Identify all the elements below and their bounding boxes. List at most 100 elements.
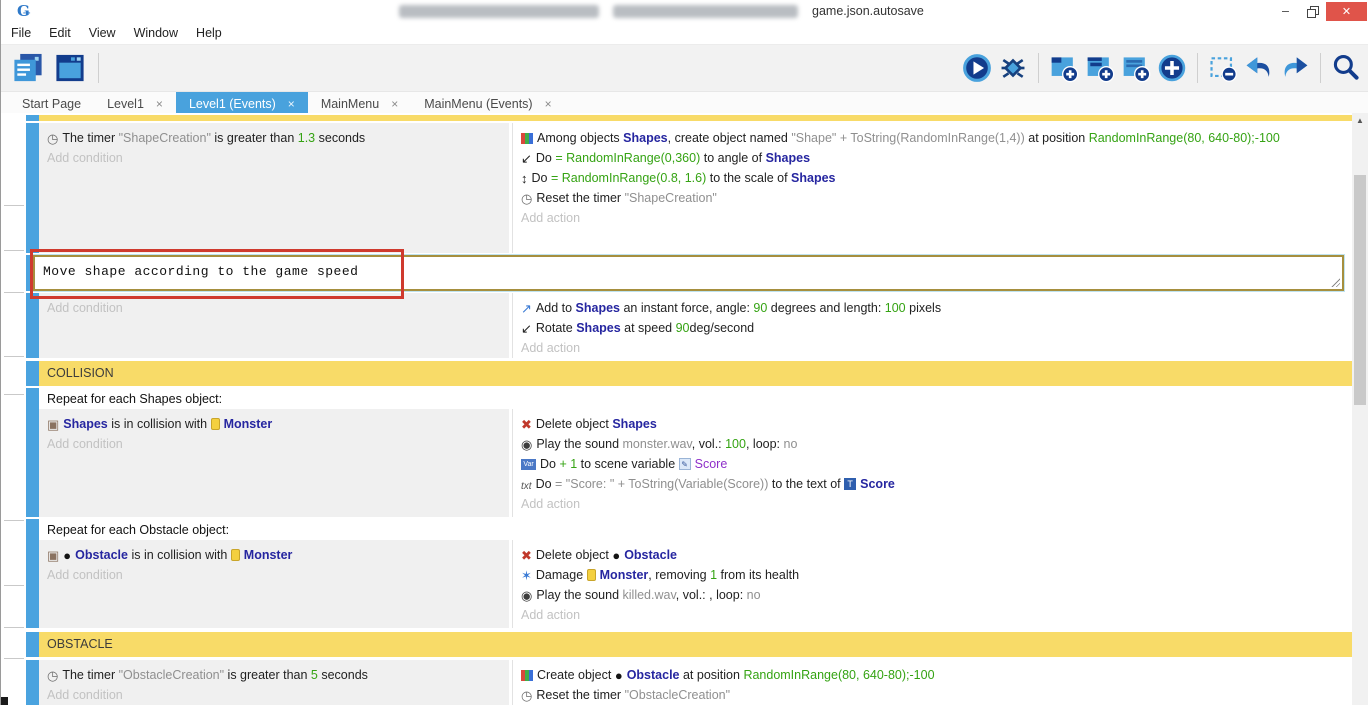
section-strip [39, 115, 1352, 121]
text-segment: seconds [315, 131, 365, 145]
text-segment: Delete object [536, 548, 612, 562]
add-subevent-icon[interactable] [1085, 53, 1115, 83]
action-line[interactable]: VarDo + 1 to scene variable ✎Score [513, 454, 1296, 474]
undo-icon[interactable] [1244, 53, 1274, 83]
conditions-column: ◷The timer "ObstacleCreation" is greater… [39, 660, 509, 705]
event-selector-bar[interactable] [26, 115, 39, 121]
action-line[interactable]: txtDo = "Score: " + ToString(Variable(Sc… [513, 474, 1296, 494]
menu-item-view[interactable]: View [80, 26, 125, 40]
actions-column: Create object ●Obstacle at position Rand… [512, 660, 1352, 705]
action-line[interactable]: ↙Do = RandomInRange(0,360) to angle of S… [513, 148, 1296, 168]
text-segment: , removing [648, 568, 710, 582]
add-action-link[interactable]: Add action [513, 208, 1352, 228]
window-title-text: game.json.autosave [812, 4, 924, 18]
angle-icon: ↙ [521, 152, 532, 165]
section-header-label[interactable]: OBSTACLE [39, 632, 1352, 657]
condition-line[interactable]: ◷The timer "ShapeCreation" is greater th… [39, 128, 509, 148]
action-line[interactable]: ✖Delete object ●Obstacle [513, 545, 1296, 565]
add-condition-link[interactable]: Add condition [39, 148, 509, 168]
add-condition-link[interactable]: Add condition [39, 434, 509, 454]
section-header-label[interactable]: COLLISION [39, 361, 1352, 386]
toolbar-separator [1197, 53, 1198, 83]
restore-button[interactable] [1299, 2, 1326, 21]
resize-handle-icon[interactable] [1330, 277, 1340, 287]
text-segment: Obstacle [624, 548, 677, 562]
scroll-up-icon[interactable]: ▲ [1352, 113, 1368, 128]
text-segment: Shapes [623, 131, 667, 145]
toolbar-separator [98, 53, 99, 83]
tab-close-icon[interactable]: × [156, 97, 163, 111]
text-segment: Score [860, 477, 895, 491]
add-action-link[interactable]: Add action [513, 494, 1352, 514]
tab-close-icon[interactable]: × [391, 97, 398, 111]
action-line[interactable]: Among objects Shapes, create object name… [513, 128, 1296, 148]
action-line[interactable]: ◷Reset the timer "ObstacleCreation" [513, 685, 1296, 705]
debug-icon[interactable] [998, 53, 1028, 83]
condition-line[interactable]: ▣Shapes is in collision with Monster [39, 414, 509, 434]
event-selector-bar[interactable] [26, 632, 39, 657]
action-line[interactable]: ↕Do = RandomInRange(0.8, 1.6) to the sca… [513, 168, 1296, 188]
add-condition-link[interactable]: Add condition [39, 298, 509, 318]
event-selector-bar[interactable] [26, 519, 39, 628]
gutter-tick [4, 292, 24, 293]
text-segment: "Shape" + ToString(RandomInRange(1,4)) [791, 131, 1024, 145]
tab-close-icon[interactable]: × [288, 97, 295, 111]
add-other-event-icon[interactable] [1157, 53, 1187, 83]
action-line[interactable]: ↙Rotate Shapes at speed 90deg/second [513, 318, 1296, 338]
action-line[interactable]: ◉Play the sound monster.wav, vol.: 100, … [513, 434, 1296, 454]
project-manager-icon[interactable] [10, 52, 46, 85]
action-line[interactable]: ◷Reset the timer "ShapeCreation" [513, 188, 1296, 208]
action-line[interactable]: ✶Damage Monster, removing 1 from its hea… [513, 565, 1296, 585]
event-selector-bar[interactable] [26, 660, 39, 705]
add-condition-link[interactable]: Add condition [39, 685, 509, 705]
scrollbar-thumb[interactable] [1354, 175, 1366, 405]
redo-icon[interactable] [1280, 53, 1310, 83]
text-segment: Reset the timer [536, 191, 624, 205]
search-icon[interactable] [1331, 53, 1361, 83]
event-repeat-header[interactable]: Repeat for each Shapes object: [39, 388, 1352, 409]
tab-mainmenu-events-[interactable]: MainMenu (Events)× [411, 92, 564, 115]
scene-editor-icon[interactable] [52, 52, 88, 85]
action-line[interactable]: Create object ●Obstacle at position Rand… [513, 665, 1296, 685]
variable-icon: Var [521, 459, 536, 470]
menu-item-window[interactable]: Window [125, 26, 187, 40]
blurred-title-segment [613, 5, 798, 18]
event-selector-bar[interactable] [26, 123, 39, 253]
add-event-icon[interactable] [1049, 53, 1079, 83]
event-repeat-header[interactable]: Repeat for each Obstacle object: [39, 519, 1352, 540]
action-line[interactable]: ↗Add to Shapes an instant force, angle: … [513, 298, 1296, 318]
add-condition-link[interactable]: Add condition [39, 565, 509, 585]
text-segment: Monster [224, 417, 273, 431]
add-action-link[interactable]: Add action [513, 605, 1352, 625]
event-selector-bar[interactable] [26, 361, 39, 386]
tab-level1[interactable]: Level1× [94, 92, 176, 115]
menu-item-file[interactable]: File [1, 26, 40, 40]
menu-item-help[interactable]: Help [187, 26, 231, 40]
text-segment: killed.wav [623, 588, 676, 602]
tab-close-icon[interactable]: × [545, 97, 552, 111]
tab-level1-events-[interactable]: Level1 (Events) × [176, 92, 308, 115]
condition-line[interactable]: ◷The timer "ObstacleCreation" is greater… [39, 665, 509, 685]
text-segment: Add to [536, 301, 576, 315]
tab-label: Level1 (Events) [189, 97, 276, 111]
text-segment: Monster [600, 568, 649, 582]
add-action-link[interactable]: Add action [513, 338, 1352, 358]
minimize-button[interactable]: – [1272, 2, 1299, 21]
close-button[interactable]: ✕ [1326, 2, 1367, 21]
event-selector-bar[interactable] [26, 293, 39, 358]
menu-item-edit[interactable]: Edit [40, 26, 80, 40]
event-selector-bar[interactable] [26, 388, 39, 517]
text-segment: RandomInRange(80, 640-80);-100 [743, 668, 934, 682]
tab-mainmenu[interactable]: MainMenu× [308, 92, 411, 115]
action-line[interactable]: ✖Delete object Shapes [513, 414, 1296, 434]
text-segment: Monster [244, 548, 293, 562]
add-comment-icon[interactable] [1121, 53, 1151, 83]
condition-line[interactable]: ▣●Obstacle is in collision with Monster [39, 545, 509, 565]
comment-edit-textarea[interactable]: Move shape according to the game speed [33, 255, 1344, 291]
preview-play-icon[interactable] [962, 53, 992, 83]
vertical-scrollbar[interactable]: ▲ [1352, 113, 1368, 705]
tab-start-page[interactable]: Start Page [9, 92, 94, 115]
remove-event-icon[interactable] [1208, 53, 1238, 83]
text-segment: 5 [311, 668, 318, 682]
action-line[interactable]: ◉Play the sound killed.wav, vol.: , loop… [513, 585, 1296, 605]
